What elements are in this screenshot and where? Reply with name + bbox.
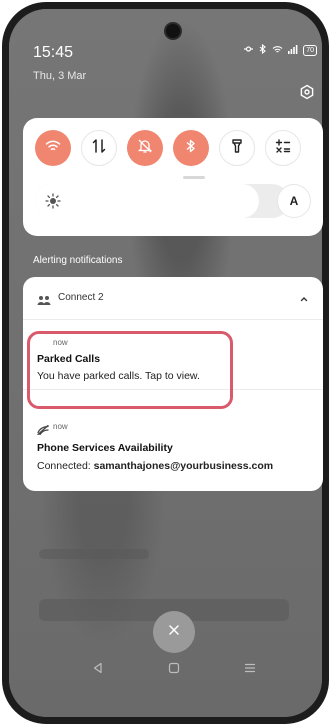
location-icon bbox=[243, 44, 254, 57]
notification-time: now bbox=[53, 422, 68, 431]
notification-group-header[interactable]: Connect 2 bbox=[23, 277, 323, 320]
status-date: Thu, 3 Mar bbox=[33, 70, 87, 82]
notification-text: Connected: samanthajones@yourbusiness.co… bbox=[37, 460, 273, 472]
sun-icon bbox=[45, 193, 61, 214]
notification-title: Phone Services Availability bbox=[37, 442, 173, 454]
calculator-toggle[interactable] bbox=[265, 130, 301, 166]
front-camera bbox=[166, 24, 180, 38]
calculator-icon bbox=[275, 138, 291, 159]
back-icon[interactable] bbox=[92, 661, 104, 679]
chevron-up-icon[interactable] bbox=[299, 291, 309, 309]
wifi-toggle[interactable] bbox=[35, 130, 71, 166]
home-icon[interactable] bbox=[168, 661, 180, 679]
quick-settings-tiles bbox=[35, 130, 301, 166]
mute-icon bbox=[137, 138, 153, 159]
bluetooth-icon bbox=[185, 138, 197, 159]
highlight-box bbox=[27, 331, 233, 409]
mobile-data-icon bbox=[92, 138, 106, 159]
notification-account: samanthajones@yourbusiness.com bbox=[93, 460, 274, 472]
brightness-fill bbox=[35, 184, 259, 218]
close-icon bbox=[168, 623, 180, 641]
mute-toggle[interactable] bbox=[127, 130, 163, 166]
clear-all-button[interactable] bbox=[153, 611, 195, 653]
panel-drag-handle[interactable] bbox=[183, 176, 205, 179]
wifi-status-icon bbox=[272, 45, 283, 57]
recent-apps-icon[interactable] bbox=[244, 661, 256, 679]
mobile-data-toggle[interactable] bbox=[81, 130, 117, 166]
signal-icon bbox=[288, 44, 298, 57]
background-shape bbox=[39, 549, 149, 559]
gear-icon[interactable] bbox=[299, 84, 315, 100]
battery-icon: 70 bbox=[303, 45, 317, 56]
status-time: 15:45 bbox=[33, 44, 74, 61]
phone-disabled-icon bbox=[37, 422, 49, 440]
status-icons: 70 bbox=[243, 43, 317, 57]
wifi-icon bbox=[45, 139, 61, 158]
people-icon bbox=[37, 292, 51, 310]
quick-settings-panel: A bbox=[23, 118, 323, 236]
notification-group-title: Connect 2 bbox=[58, 292, 104, 303]
flashlight-icon bbox=[231, 138, 243, 159]
notification-text-prefix: Connected: bbox=[37, 460, 94, 472]
flashlight-toggle[interactable] bbox=[219, 130, 255, 166]
bluetooth-toggle[interactable] bbox=[173, 130, 209, 166]
auto-brightness-button[interactable]: A bbox=[277, 184, 311, 218]
brightness-slider[interactable] bbox=[35, 184, 289, 218]
bluetooth-status-icon bbox=[259, 43, 267, 57]
notifications-section-label: Alerting notifications bbox=[33, 255, 123, 266]
